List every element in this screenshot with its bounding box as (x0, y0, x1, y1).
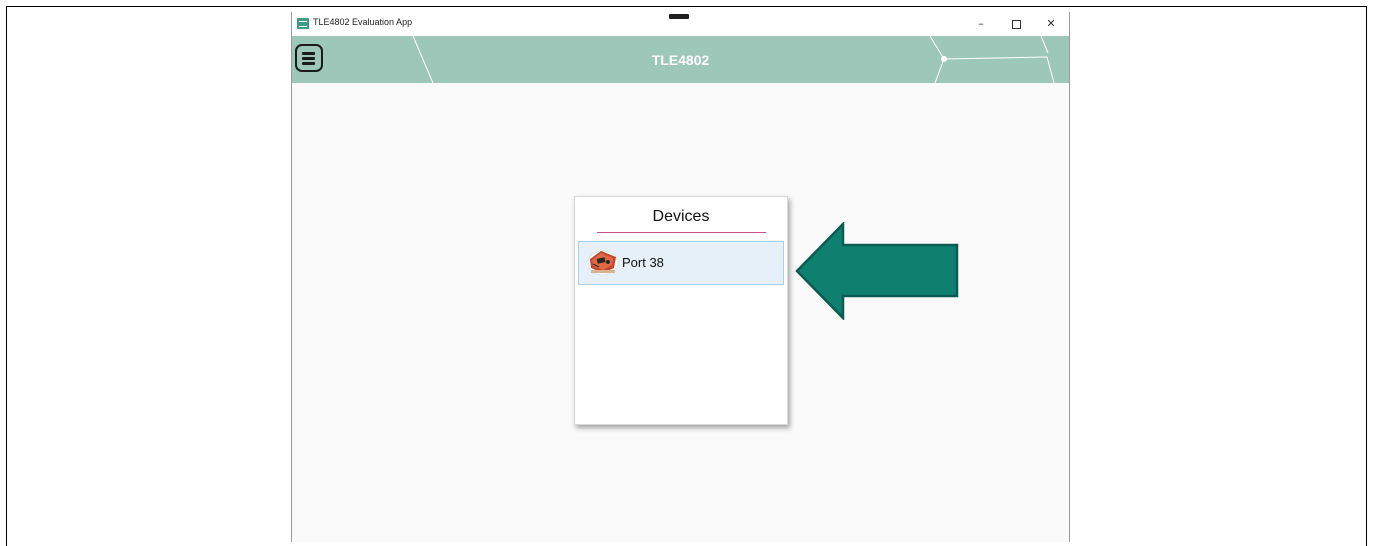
app-logo-icon (297, 18, 309, 29)
left-arrow-icon (795, 222, 959, 320)
app-header-title: TLE4802 (651, 52, 710, 68)
app-header: TLE4802 (292, 36, 1069, 83)
maximize-button[interactable] (1002, 15, 1030, 33)
close-button[interactable]: ✕ (1037, 15, 1065, 33)
device-list-item-port-38[interactable]: Port 38 (578, 241, 784, 285)
evaluation-board-icon (587, 250, 619, 276)
camera-notch (669, 14, 689, 19)
minimize-button[interactable]: – (967, 15, 995, 33)
devices-panel: Devices Port 38 (574, 196, 788, 425)
devices-heading: Devices (652, 208, 710, 225)
window-title: TLE4802 Evaluation App (313, 17, 413, 27)
device-label: Port 38 (622, 255, 664, 270)
maximize-icon (1011, 20, 1021, 29)
window-titlebar: TLE4802 Evaluation App – ✕ (292, 12, 1069, 36)
devices-heading-underline (597, 232, 766, 233)
